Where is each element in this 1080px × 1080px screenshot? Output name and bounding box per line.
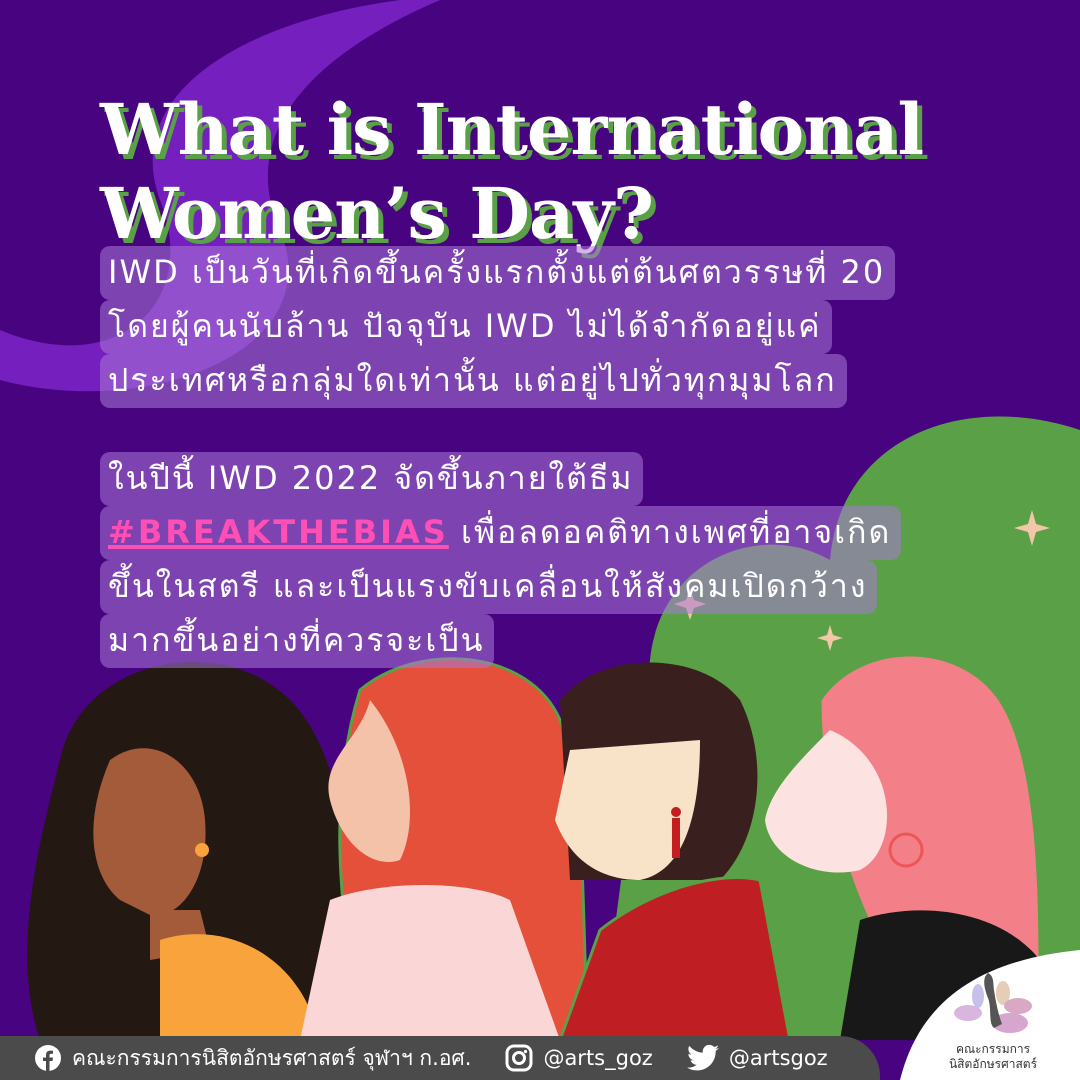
description-text: IWD เป็นวันที่เกิดขึ้นครั้งแรกตั้งแต่ต้น… <box>100 246 1020 668</box>
twitter-label: @artsgoz <box>728 1046 828 1070</box>
paragraph2-text: เพื่อลดอคติทางเพศที่อาจเกิด <box>448 513 892 551</box>
title-line-1: What is International <box>100 88 924 171</box>
woman-2-illustration <box>300 657 592 1042</box>
facebook-icon <box>35 1045 61 1071</box>
paragraph1-line: โดยผู้คนนับล้าน ปัจจุบัน IWD ไม่ได้จำกัด… <box>100 300 832 354</box>
paragraph1-line: IWD เป็นวันที่เกิดขึ้นครั้งแรกตั้งแต่ต้น… <box>100 246 896 300</box>
facebook-link[interactable]: คณะกรรมการนิสิตอักษรศาสตร์ จุฬาฯ ก.อศ. <box>34 1042 471 1075</box>
title-line-2: Women’s Day? <box>100 172 654 255</box>
twitter-link[interactable]: @artsgoz <box>686 1044 828 1072</box>
paragraph1-line: ประเทศหรือกลุ่มใดเท่านั้น แต่อยู่ไปทั่วท… <box>100 354 847 408</box>
logo-text-line-2: นิสิตอักษรศาสตร์ <box>948 1057 1038 1071</box>
paragraph2-line: #BREAKTHEBIAS เพื่อลดอคติทางเพศที่อาจเกิ… <box>100 506 902 560</box>
paragraph2-line: ในปีนี้ IWD 2022 จัดขึ้นภายใต้ธีม <box>100 452 644 506</box>
instagram-link[interactable]: @arts_goz <box>505 1044 653 1072</box>
woman-1-illustration <box>27 661 347 1040</box>
instagram-icon <box>505 1044 533 1072</box>
hashtag-breakthebias[interactable]: #BREAKTHEBIAS <box>108 513 449 551</box>
peacock-logo-icon <box>954 973 1032 1033</box>
logo-text-line-1: คณะกรรมการ <box>955 1042 1031 1056</box>
twitter-icon <box>686 1044 719 1071</box>
instagram-label: @arts_goz <box>543 1046 653 1070</box>
paragraph2-line: มากขึ้นอย่างที่ควรจะเป็น <box>100 614 495 668</box>
social-footer: คณะกรรมการนิสิตอักษรศาสตร์ จุฬาฯ ก.อศ. @… <box>0 1036 880 1080</box>
paragraph2-line: ขึ้นในสตรี และเป็นแรงขับเคลื่อนให้สังคมเ… <box>100 560 878 614</box>
facebook-label: คณะกรรมการนิสิตอักษรศาสตร์ จุฬาฯ ก.อศ. <box>72 1045 472 1070</box>
page-title: What is International Women’s Day? <box>100 88 924 256</box>
organization-logo: คณะกรรมการ นิสิตอักษรศาสตร์ <box>928 968 1058 1072</box>
